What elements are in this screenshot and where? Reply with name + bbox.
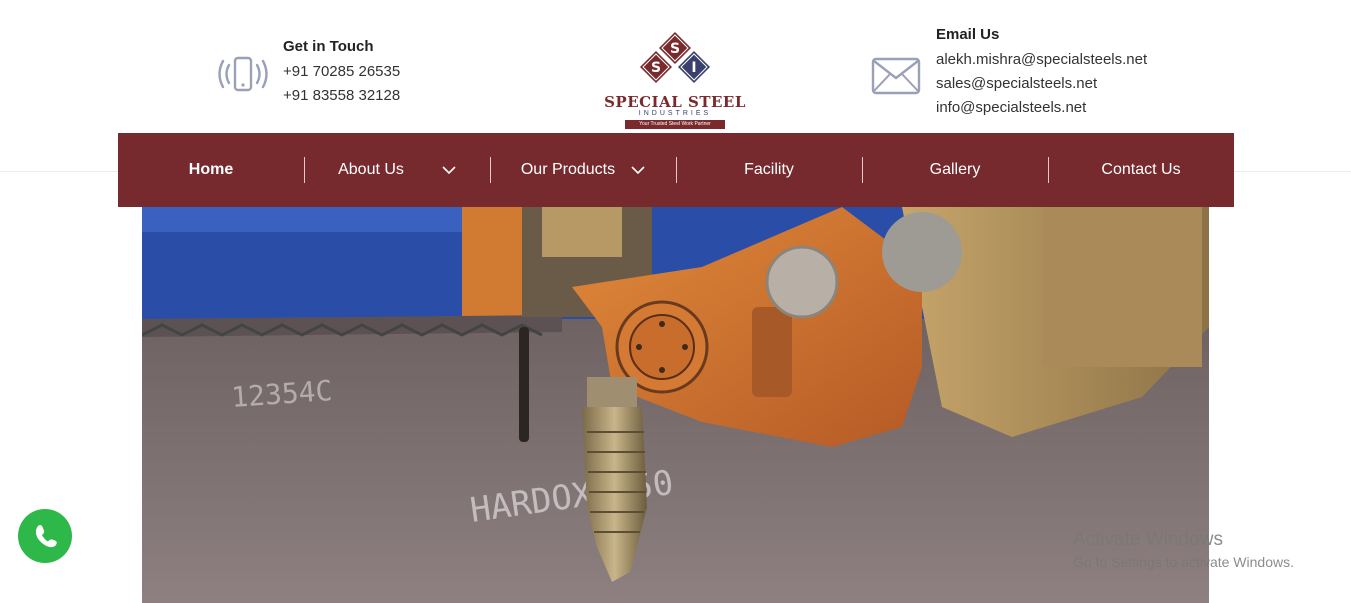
phone-title: Get in Touch <box>283 38 374 55</box>
email-address-3[interactable]: info@specialsteels.net <box>936 96 1147 120</box>
main-navigation: Home About Us Our Products Facility Gall… <box>118 133 1234 207</box>
nav-contact-us-label: Contact Us <box>1101 161 1181 178</box>
nav-home-label: Home <box>188 161 234 178</box>
logo-name: SPECIAL STEEL <box>604 93 746 111</box>
chevron-down-icon <box>631 165 645 174</box>
nav-home[interactable]: Home <box>118 133 304 207</box>
nav-gallery-label: Gallery <box>929 161 981 178</box>
nav-gallery[interactable]: Gallery <box>862 133 1048 207</box>
email-title: Email Us <box>936 26 1000 43</box>
nav-contact-us[interactable]: Contact Us <box>1048 133 1234 207</box>
phone-number-2[interactable]: +91 83558 32128 <box>283 84 400 108</box>
logo-letter-s2: S <box>651 60 661 76</box>
hero-image: 12354C HARDOX 450 <box>142 207 1209 603</box>
nav-facility[interactable]: Facility <box>676 133 862 207</box>
email-address-2[interactable]: sales@specialsteels.net <box>936 72 1147 96</box>
nav-our-products-label: Our Products <box>520 161 616 178</box>
nav-about-us[interactable]: About Us <box>304 133 490 207</box>
nav-facility-label: Facility <box>744 161 794 178</box>
logo-letter-s1: S <box>670 41 680 57</box>
email-contact: Email Us alekh.mishra@specialsteels.net … <box>870 24 1147 120</box>
plate-marking-1: 12354C <box>230 374 333 414</box>
smartphone-icon <box>218 56 268 92</box>
watermark-title: Activate Windows <box>1073 529 1223 550</box>
windows-activation-watermark: Activate Windows Go to Settings to activ… <box>1073 529 1294 573</box>
whatsapp-button[interactable] <box>18 509 72 563</box>
company-logo[interactable]: S S I SPECIAL STEEL INDUSTRIES Your Trus… <box>598 30 752 130</box>
nav-our-products[interactable]: Our Products <box>490 133 676 207</box>
logo-tagline: Your Trusted Steel Work Partner <box>625 120 725 129</box>
phone-number-1[interactable]: +91 70285 26535 <box>283 60 400 84</box>
logo-letter-i: I <box>691 60 696 76</box>
watermark-subtitle: Go to Settings to activate Windows. <box>1073 554 1294 570</box>
nav-about-us-label: About Us <box>338 161 404 178</box>
laser-cutting-machine-illustration: 12354C HARDOX 450 <box>142 207 1209 603</box>
logo-subname: INDUSTRIES <box>638 110 712 117</box>
ssi-diamond-logo: S S I <box>640 32 710 83</box>
whatsapp-icon <box>35 524 57 548</box>
email-address-1[interactable]: alekh.mishra@specialsteels.net <box>936 48 1147 72</box>
chevron-down-icon <box>442 165 456 174</box>
envelope-icon <box>871 57 921 95</box>
phone-contact: Get in Touch +91 70285 26535 +91 83558 3… <box>218 36 400 108</box>
